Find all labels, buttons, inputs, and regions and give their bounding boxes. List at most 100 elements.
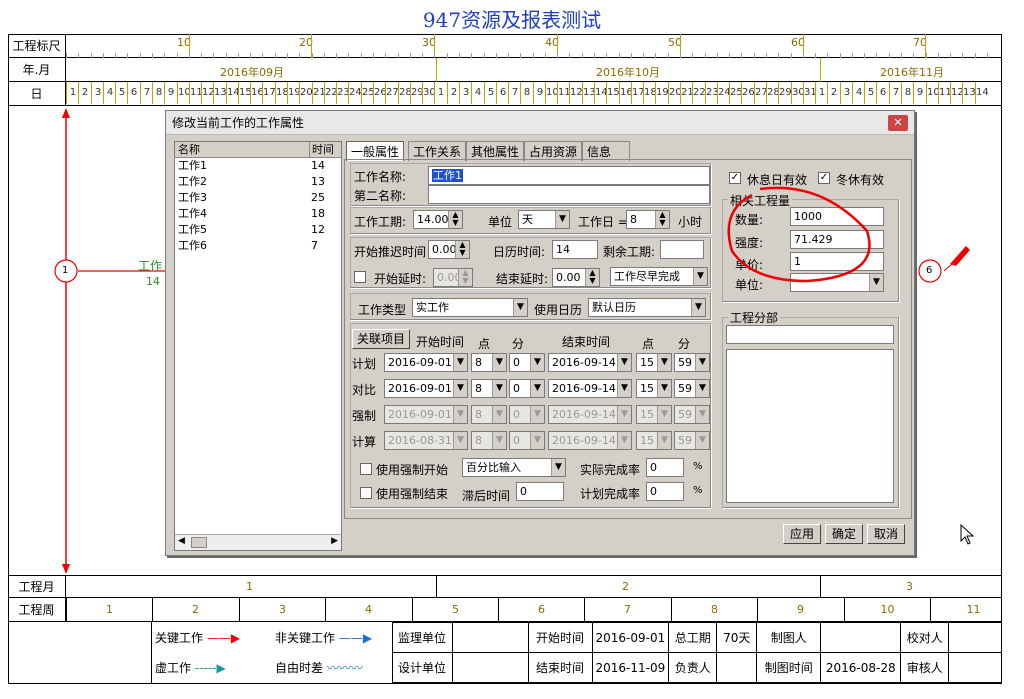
spinner-icon[interactable]: ▲ ▼ bbox=[455, 241, 469, 258]
chevron-down-icon[interactable]: ▼ bbox=[453, 354, 467, 371]
chevron-down-icon[interactable]: ▼ bbox=[492, 354, 506, 371]
force-end-checkbox[interactable] bbox=[360, 487, 372, 499]
force-start-checkbox[interactable] bbox=[360, 463, 372, 475]
schedule-end-minute[interactable]: 59 ▼ bbox=[674, 379, 710, 398]
schedule-end-hour[interactable]: 15 ▼ bbox=[636, 405, 672, 424]
chevron-down-icon[interactable]: ▼ bbox=[695, 354, 709, 371]
start-lag-input[interactable]: 0.00 ▲ ▼ bbox=[433, 268, 473, 287]
spinner-icon[interactable]: ▲ ▼ bbox=[655, 211, 669, 228]
workday-input[interactable]: 8 ▲ ▼ bbox=[626, 210, 670, 229]
chevron-down-icon[interactable]: ▼ bbox=[617, 406, 631, 423]
schedule-start-date[interactable]: 2016-09-01 ▼ bbox=[384, 379, 468, 398]
chevron-down-icon[interactable]: ▼ bbox=[492, 406, 506, 423]
chevron-down-icon[interactable]: ▼ bbox=[617, 354, 631, 371]
chevron-down-icon[interactable]: ▼ bbox=[691, 299, 705, 316]
chevron-down-icon[interactable]: ▼ bbox=[530, 406, 544, 423]
schedule-start-date[interactable]: 2016-09-01 ▼ bbox=[384, 353, 468, 372]
schedule-end-date[interactable]: 2016-09-14 ▼ bbox=[548, 431, 632, 450]
unit-select[interactable]: 天 ▼ bbox=[518, 210, 570, 229]
tab-info[interactable]: 信息 bbox=[582, 141, 630, 161]
division-list[interactable] bbox=[726, 349, 894, 503]
remaining-input[interactable] bbox=[660, 240, 704, 259]
spinner-icon[interactable]: ▲ ▼ bbox=[585, 269, 599, 286]
chevron-down-icon[interactable]: ▼ bbox=[617, 432, 631, 449]
calendar-time-input[interactable]: 14 bbox=[552, 240, 598, 259]
chevron-down-icon[interactable]: ▼ bbox=[453, 432, 467, 449]
scroll-left-icon[interactable]: ◀ bbox=[178, 536, 185, 546]
schedule-start-minute[interactable]: 0 ▼ bbox=[509, 379, 545, 398]
list-item[interactable]: 工作1 14 bbox=[175, 158, 341, 174]
calendar-select[interactable]: 默认日历 ▼ bbox=[588, 298, 706, 317]
chevron-down-icon[interactable]: ▼ bbox=[551, 459, 565, 476]
list-item[interactable]: 工作6 7 bbox=[175, 238, 341, 254]
schedule-end-hour[interactable]: 15 ▼ bbox=[636, 379, 672, 398]
cancel-button[interactable]: 取消 bbox=[867, 524, 905, 544]
chevron-down-icon[interactable]: ▼ bbox=[513, 299, 527, 316]
duration-input[interactable]: 14.00 ▲ ▼ bbox=[413, 210, 463, 229]
apply-button[interactable]: 应用 bbox=[783, 524, 821, 544]
schedule-start-minute[interactable]: 0 ▼ bbox=[509, 353, 545, 372]
actual-rate-input[interactable]: 0 bbox=[646, 458, 684, 477]
list-header-name[interactable]: 名称 bbox=[178, 142, 200, 158]
tab-relations[interactable]: 工作关系 bbox=[408, 141, 467, 161]
schedule-start-hour[interactable]: 8 ▼ bbox=[471, 431, 507, 450]
chevron-down-icon[interactable]: ▼ bbox=[693, 268, 707, 285]
chevron-down-icon[interactable]: ▼ bbox=[492, 432, 506, 449]
list-item[interactable]: 工作2 13 bbox=[175, 174, 341, 190]
percent-input-select[interactable]: 百分比输入 ▼ bbox=[462, 458, 566, 477]
schedule-start-hour[interactable]: 8 ▼ bbox=[471, 353, 507, 372]
list-header-time[interactable]: 时间 bbox=[309, 142, 334, 158]
list-item[interactable]: 工作5 12 bbox=[175, 222, 341, 238]
chevron-down-icon[interactable]: ▼ bbox=[695, 406, 709, 423]
chevron-down-icon[interactable]: ▼ bbox=[617, 380, 631, 397]
scroll-thumb[interactable] bbox=[191, 537, 207, 548]
spinner-icon[interactable]: ▲ ▼ bbox=[458, 269, 472, 286]
start-delay-input[interactable]: 0.00 ▲ ▼ bbox=[428, 240, 470, 259]
schedule-end-minute[interactable]: 59 ▼ bbox=[674, 431, 710, 450]
chevron-down-icon[interactable]: ▼ bbox=[657, 354, 671, 371]
lag-time-input[interactable]: 0 bbox=[516, 482, 564, 501]
chevron-down-icon[interactable]: ▼ bbox=[555, 211, 569, 228]
chevron-down-icon[interactable]: ▼ bbox=[530, 432, 544, 449]
list-item[interactable]: 工作4 18 bbox=[175, 206, 341, 222]
schedule-start-date[interactable]: 2016-09-01 ▼ bbox=[384, 405, 468, 424]
scroll-right-icon[interactable]: ▶ bbox=[331, 536, 338, 546]
complete-mode-select[interactable]: 工作尽早完成 ▼ bbox=[610, 267, 708, 286]
schedule-start-minute[interactable]: 0 ▼ bbox=[509, 431, 545, 450]
close-icon[interactable]: ✕ bbox=[888, 115, 908, 131]
second-name-input[interactable] bbox=[428, 185, 710, 204]
work-type-select[interactable]: 实工作 ▼ bbox=[412, 298, 528, 317]
chevron-down-icon[interactable]: ▼ bbox=[492, 380, 506, 397]
link-project-button[interactable]: 关联项目 bbox=[352, 329, 410, 349]
schedule-start-hour[interactable]: 8 ▼ bbox=[471, 405, 507, 424]
chevron-down-icon[interactable]: ▼ bbox=[657, 380, 671, 397]
chevron-down-icon[interactable]: ▼ bbox=[657, 406, 671, 423]
chevron-down-icon[interactable]: ▼ bbox=[657, 432, 671, 449]
start-lag-checkbox[interactable] bbox=[354, 271, 366, 283]
chevron-down-icon[interactable]: ▼ bbox=[530, 354, 544, 371]
schedule-end-minute[interactable]: 59 ▼ bbox=[674, 353, 710, 372]
schedule-end-date[interactable]: 2016-09-14 ▼ bbox=[548, 379, 632, 398]
list-item[interactable]: 工作3 25 bbox=[175, 190, 341, 206]
schedule-end-hour[interactable]: 15 ▼ bbox=[636, 353, 672, 372]
schedule-start-minute[interactable]: 0 ▼ bbox=[509, 405, 545, 424]
schedule-end-date[interactable]: 2016-09-14 ▼ bbox=[548, 405, 632, 424]
chevron-down-icon[interactable]: ▼ bbox=[453, 406, 467, 423]
end-lag-input[interactable]: 0.00 ▲ ▼ bbox=[552, 268, 600, 287]
schedule-start-date[interactable]: 2016-08-31 ▼ bbox=[384, 431, 468, 450]
schedule-end-minute[interactable]: 59 ▼ bbox=[674, 405, 710, 424]
spinner-icon[interactable]: ▲ ▼ bbox=[448, 211, 462, 228]
schedule-end-hour[interactable]: 15 ▼ bbox=[636, 431, 672, 450]
division-input[interactable] bbox=[726, 325, 894, 344]
plan-rate-input[interactable]: 0 bbox=[646, 482, 684, 501]
tab-other[interactable]: 其他属性 bbox=[466, 141, 525, 161]
chevron-down-icon[interactable]: ▼ bbox=[530, 380, 544, 397]
tab-resources[interactable]: 占用资源 bbox=[524, 141, 583, 161]
schedule-end-date[interactable]: 2016-09-14 ▼ bbox=[548, 353, 632, 372]
tab-general[interactable]: 一般属性 bbox=[346, 141, 405, 161]
work-name-input[interactable]: 工作1 bbox=[428, 166, 710, 185]
chevron-down-icon[interactable]: ▼ bbox=[453, 380, 467, 397]
schedule-start-hour[interactable]: 8 ▼ bbox=[471, 379, 507, 398]
list-hscrollbar[interactable]: ◀ ▶ bbox=[175, 534, 341, 550]
chevron-down-icon[interactable]: ▼ bbox=[695, 380, 709, 397]
